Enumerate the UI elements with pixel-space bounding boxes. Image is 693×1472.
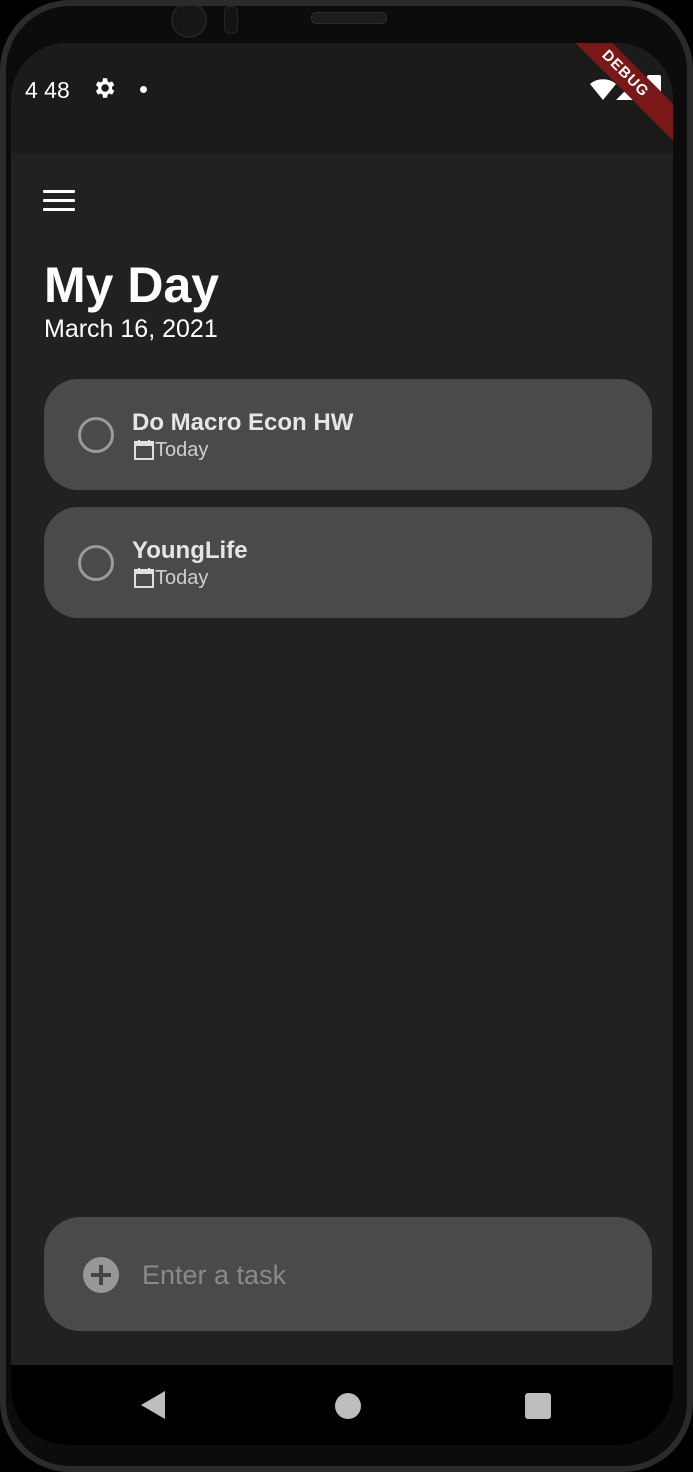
task-card[interactable]: Do Macro Econ HW Today (44, 379, 652, 490)
add-circle-icon[interactable] (83, 1257, 119, 1293)
menu-line (43, 199, 75, 202)
phone-frame: 4 48 DEBUG My Day March 16, 2021 Do Macr… (0, 0, 693, 1472)
task-due: Today (155, 567, 209, 589)
calendar-icon (134, 568, 154, 588)
page-title: My Day (44, 257, 220, 313)
task-due: Today (155, 439, 209, 461)
proximity-sensor (224, 6, 238, 34)
calendar-icon (134, 440, 154, 460)
app-screen: 4 48 DEBUG My Day March 16, 2021 Do Macr… (11, 43, 673, 1445)
task-input[interactable] (140, 1247, 614, 1303)
navigation-bar (11, 1365, 673, 1445)
status-bar: 4 48 DEBUG (11, 43, 673, 154)
home-icon[interactable] (335, 1393, 361, 1419)
menu-line (43, 208, 75, 211)
task-checkbox[interactable] (78, 545, 114, 581)
gear-icon (95, 78, 115, 98)
add-task-bar (44, 1217, 652, 1331)
page-date: March 16, 2021 (44, 315, 218, 343)
notification-dot-icon (140, 86, 147, 93)
task-card[interactable]: YoungLife Today (44, 507, 652, 618)
task-title: Do Macro Econ HW (132, 409, 354, 436)
front-camera (171, 6, 207, 38)
back-icon[interactable] (141, 1391, 165, 1419)
menu-line (43, 190, 75, 193)
hamburger-menu-icon[interactable] (39, 181, 77, 219)
task-title: YoungLife (132, 537, 248, 564)
earpiece-speaker (311, 12, 387, 24)
status-time: 4 48 (25, 77, 70, 103)
recents-icon[interactable] (525, 1393, 551, 1419)
task-checkbox[interactable] (78, 417, 114, 453)
